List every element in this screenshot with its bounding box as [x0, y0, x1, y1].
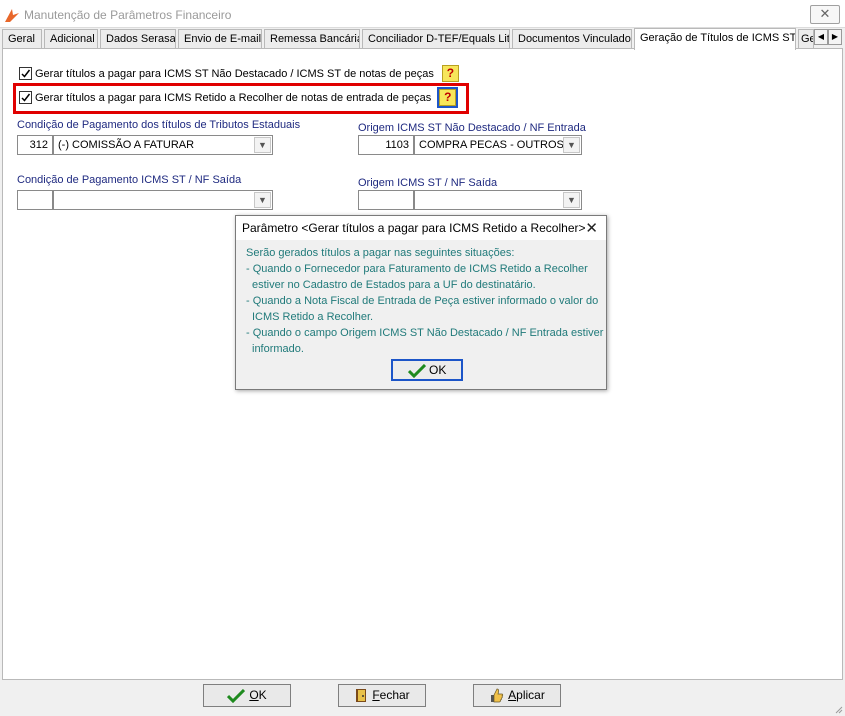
aplicar-label: plicar	[516, 688, 545, 702]
dialog-title: Parâmetro <Gerar títulos a pagar para IC…	[242, 221, 586, 235]
tab-envio-email[interactable]: Envio de E-mail	[178, 29, 262, 49]
select-value: COMPRA PECAS - OUTROS	[419, 139, 564, 151]
tab-scroll-right-button[interactable]: ▶	[828, 29, 842, 45]
fechar-label: echar	[379, 688, 410, 702]
origem-saida-select[interactable]: ▼	[414, 190, 582, 210]
chevron-down-icon[interactable]: ▼	[563, 137, 580, 153]
option-icms-retido-recolher[interactable]: Gerar títulos a pagar para ICMS Retido a…	[19, 87, 459, 108]
close-icon[interactable]: ✕	[585, 219, 598, 237]
dialog-line: - Quando o campo Origem ICMS ST Não Dest…	[246, 327, 604, 339]
checkbox-icms-st-nao-destacado[interactable]	[19, 67, 32, 80]
cond-pag-estaduais-code-input[interactable]: 312	[17, 135, 53, 155]
tab-dados-serasa[interactable]: Dados Serasa	[100, 29, 176, 49]
fechar-accelerator: F	[372, 688, 380, 702]
chevron-down-icon[interactable]: ▼	[563, 192, 580, 208]
tab-geracao-titulos-icms-st[interactable]: Geração de Títulos de ICMS ST	[634, 28, 796, 50]
dialog-line: - Quando a Nota Fiscal de Entrada de Peç…	[246, 295, 599, 307]
help-icon[interactable]: ?	[441, 65, 459, 82]
origem-entrada-code-input[interactable]: 1103	[358, 135, 414, 155]
origem-saida-code-input[interactable]	[358, 190, 414, 210]
title-bar: Manutenção de Parâmetros Financeiro ✕	[0, 0, 845, 28]
thumbs-up-icon	[491, 688, 504, 703]
tab-ge-truncated[interactable]: Ge	[798, 29, 814, 49]
aplicar-button[interactable]: Aplicar	[473, 684, 561, 707]
tab-remessa-bancaria[interactable]: Remessa Bancária	[264, 29, 360, 49]
tab-geral[interactable]: Geral	[2, 29, 42, 49]
cond-pag-estaduais-label: Condição de Pagamento dos títulos de Tri…	[17, 119, 301, 131]
ok-accelerator: O	[249, 688, 259, 702]
dialog-title-bar: Parâmetro <Gerar títulos a pagar para IC…	[236, 216, 606, 240]
checkmark-icon	[407, 363, 426, 378]
checkmark-icon	[21, 93, 31, 102]
origem-entrada-select[interactable]: COMPRA PECAS - OUTROS ▼	[414, 135, 582, 155]
option-label: Gerar títulos a pagar para ICMS ST Não D…	[35, 67, 434, 80]
aplicar-accelerator: A	[508, 688, 517, 702]
window-title: Manutenção de Parâmetros Financeiro	[24, 8, 232, 22]
dialog-message: Serão gerados títulos a pagar nas seguin…	[246, 245, 604, 357]
tab-conciliador[interactable]: Conciliador D-TEF/Equals Lite	[362, 29, 510, 49]
app-logo-icon	[5, 9, 19, 22]
dialog-line: - Quando o Fornecedor para Faturamento d…	[246, 263, 588, 275]
tab-strip: Geral Adicional Dados Serasa Envio de E-…	[2, 28, 845, 50]
chevron-down-icon[interactable]: ▼	[254, 137, 271, 153]
door-exit-icon	[356, 689, 367, 703]
origem-entrada-label: Origem ICMS ST Não Destacado / NF Entrad…	[358, 122, 586, 134]
tab-documentos-vinculados[interactable]: Documentos Vinculados	[512, 29, 632, 49]
dialog-line: Serão gerados títulos a pagar nas seguin…	[246, 247, 515, 259]
parameter-help-dialog: Parâmetro <Gerar títulos a pagar para IC…	[235, 215, 607, 390]
tab-adicional[interactable]: Adicional	[44, 29, 98, 49]
fechar-button[interactable]: Fechar	[338, 684, 426, 707]
ok-label: K	[258, 688, 267, 702]
cond-pag-saida-label: Condição de Pagamento ICMS ST / NF Saída	[17, 174, 242, 186]
window-close-button[interactable]: ✕	[810, 5, 840, 24]
select-value: (-) COMISSÃO A FATURAR	[58, 139, 195, 151]
dialog-ok-button[interactable]: OK	[391, 359, 463, 381]
dialog-line: informado.	[252, 343, 304, 355]
tab-scroll-left-button[interactable]: ◀	[814, 29, 828, 45]
option-icms-st-nao-destacado[interactable]: Gerar títulos a pagar para ICMS ST Não D…	[19, 65, 459, 82]
resize-grip-icon[interactable]	[833, 704, 843, 714]
dialog-line: ICMS Retido a Recolher.	[252, 311, 374, 323]
checkmark-icon	[21, 69, 31, 78]
help-icon[interactable]: ?	[437, 87, 459, 108]
cond-pag-saida-select[interactable]: ▼	[53, 190, 273, 210]
cond-pag-estaduais-select[interactable]: (-) COMISSÃO A FATURAR ▼	[53, 135, 273, 155]
dialog-line: estiver no Cadastro de Estados para a UF…	[252, 279, 536, 291]
checkmark-icon	[227, 688, 246, 703]
ok-button[interactable]: OK	[203, 684, 291, 707]
origem-saida-label: Origem ICMS ST / NF Saída	[358, 177, 498, 189]
cond-pag-saida-code-input[interactable]	[17, 190, 53, 210]
dialog-ok-label: OK	[429, 363, 447, 377]
checkbox-icms-retido-recolher[interactable]	[19, 91, 32, 104]
option-label: Gerar títulos a pagar para ICMS Retido a…	[35, 91, 432, 104]
chevron-down-icon[interactable]: ▼	[254, 192, 271, 208]
